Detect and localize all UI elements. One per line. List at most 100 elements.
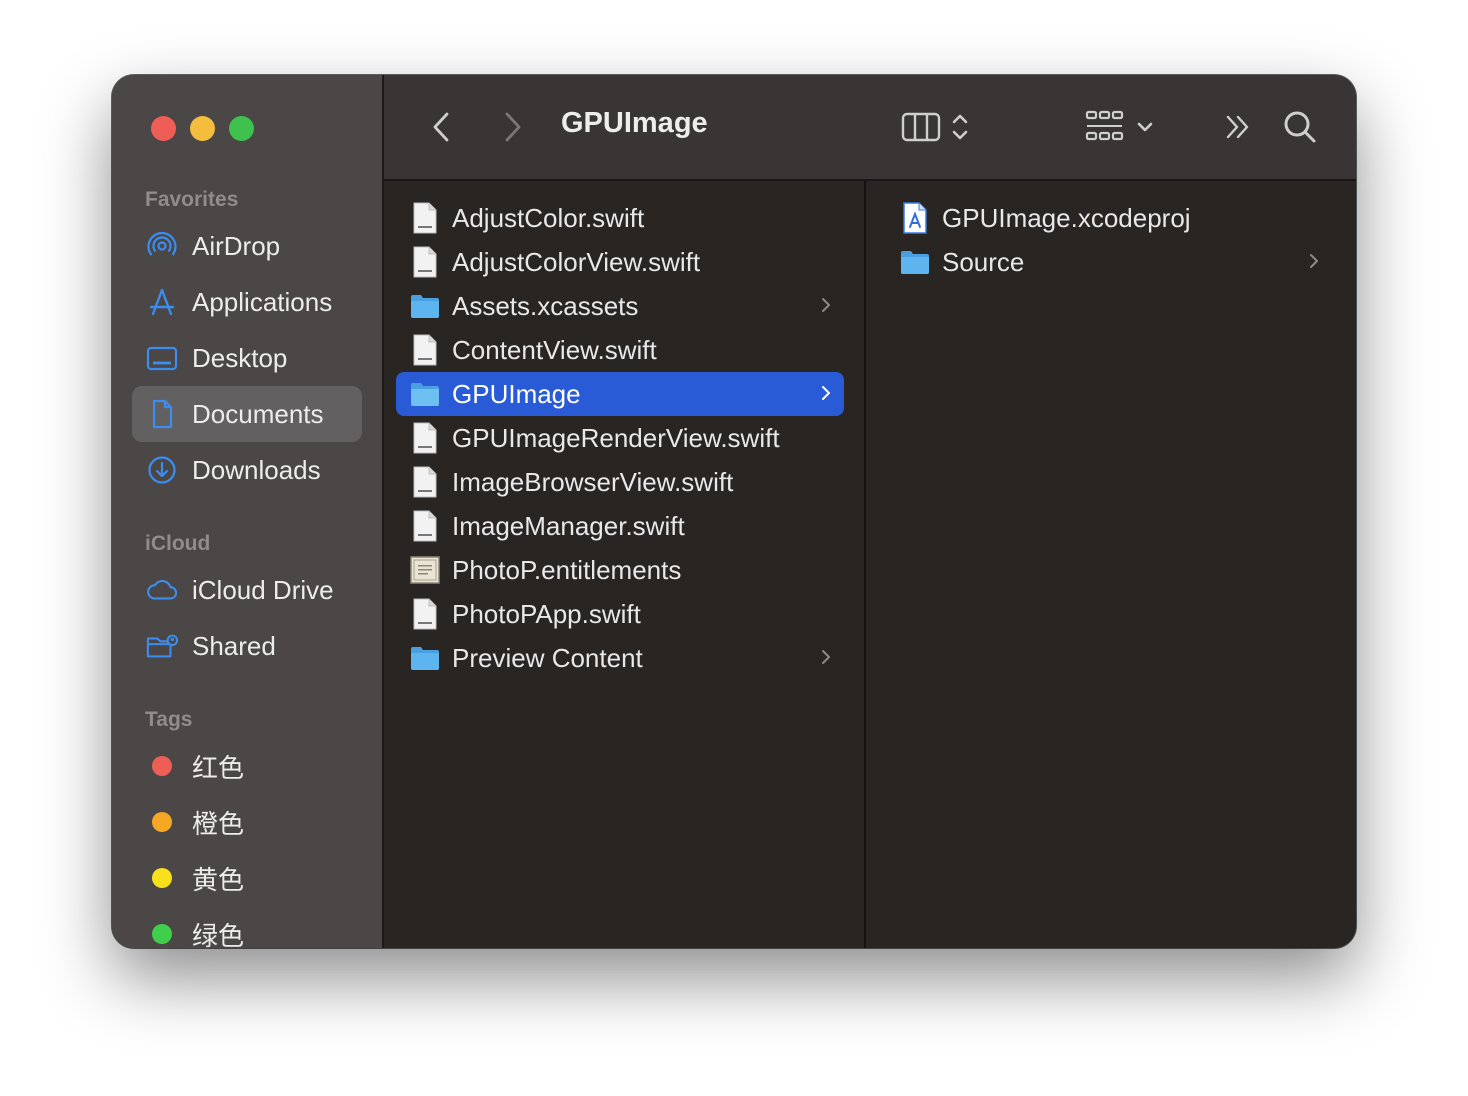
sidebar-item-documents[interactable]: Documents — [132, 386, 362, 442]
maximize-button[interactable] — [229, 116, 254, 141]
tags-section-title: Tags — [145, 708, 193, 731]
file-column-2: GPUImage.xcodeproj Source — [866, 181, 1356, 948]
chevron-right-icon — [1310, 254, 1318, 268]
file-row[interactable]: AdjustColorView.swift — [396, 240, 844, 284]
tag-color-dot — [152, 812, 172, 832]
swift-file-icon — [410, 201, 440, 235]
sidebar-item-downloads[interactable]: Downloads — [132, 442, 362, 498]
chevron-left-icon — [433, 112, 449, 142]
sidebar-item-label: 橙色 — [192, 809, 245, 840]
icloud-section-title: iCloud — [145, 532, 211, 555]
swift-file-icon — [410, 465, 440, 499]
airdrop-icon — [146, 230, 178, 262]
tag-color-dot — [152, 924, 172, 944]
file-name: GPUImage.xcodeproj — [942, 202, 1191, 233]
more-toolbar-button[interactable] — [1220, 109, 1256, 145]
swift-file-icon — [410, 597, 440, 631]
up-down-chevron-icon — [952, 114, 968, 140]
file-name: ContentView.swift — [452, 334, 657, 365]
document-icon — [146, 398, 178, 430]
search-icon — [1284, 111, 1316, 143]
sidebar-item-label: Documents — [192, 398, 324, 429]
sidebar-tag-yellow[interactable]: 黄色 — [132, 850, 362, 906]
sidebar-item-airdrop[interactable]: AirDrop — [132, 218, 362, 274]
folder-row[interactable]: Assets.xcassets — [396, 284, 844, 328]
view-mode-button[interactable] — [896, 107, 976, 147]
forward-button[interactable] — [498, 109, 528, 145]
close-button[interactable] — [151, 116, 176, 141]
chevron-right-icon — [822, 298, 830, 312]
file-name: GPUImageRenderView.swift — [452, 422, 780, 453]
entitlements-icon — [410, 553, 440, 587]
xcodeproj-icon — [900, 201, 930, 235]
folder-icon — [900, 245, 930, 279]
sidebar-item-shared[interactable]: Shared — [132, 618, 362, 674]
cloud-icon — [146, 574, 178, 606]
file-row[interactable]: ContentView.swift — [396, 328, 844, 372]
finder-window: Favorites AirDrop Applications Desktop D… — [112, 75, 1356, 948]
sidebar-item-label: Desktop — [192, 342, 288, 373]
sidebar-item-label: iCloud Drive — [192, 574, 334, 605]
folder-row[interactable]: Source — [886, 240, 1332, 284]
sidebar-item-label: 绿色 — [192, 921, 245, 949]
folder-icon — [410, 377, 440, 411]
file-name: AdjustColorView.swift — [452, 246, 701, 277]
file-row[interactable]: GPUImage.xcodeproj — [886, 196, 1334, 240]
file-row[interactable]: PhotoPApp.swift — [396, 592, 844, 636]
file-row[interactable]: ImageBrowserView.swift — [396, 460, 844, 504]
file-row[interactable]: ImageManager.swift — [396, 504, 844, 548]
sidebar-item-label: AirDrop — [192, 230, 281, 261]
chevron-right-icon — [822, 386, 830, 400]
file-name: ImageManager.swift — [452, 510, 685, 541]
swift-file-icon — [410, 333, 440, 367]
sidebar: Favorites AirDrop Applications Desktop D… — [112, 75, 384, 948]
swift-file-icon — [410, 509, 440, 543]
swift-file-icon — [410, 245, 440, 279]
file-column-1: AdjustColor.swift AdjustColorView.swift … — [384, 181, 866, 948]
sidebar-item-applications[interactable]: Applications — [132, 274, 362, 330]
file-row[interactable]: GPUImageRenderView.swift — [396, 416, 844, 460]
window-controls — [151, 116, 254, 141]
file-row[interactable]: AdjustColor.swift — [396, 196, 844, 240]
file-name: Preview Content — [452, 642, 643, 673]
toolbar: GPUImage — [384, 75, 1356, 181]
tag-color-dot — [152, 868, 172, 888]
file-name: GPUImage — [452, 378, 581, 409]
downloads-icon — [146, 454, 178, 486]
desktop-icon — [146, 342, 178, 374]
minimize-button[interactable] — [190, 116, 215, 141]
file-name: Assets.xcassets — [452, 290, 639, 321]
sidebar-item-label: 红色 — [192, 753, 245, 784]
favorites-section-title: Favorites — [145, 188, 239, 211]
file-name: PhotoPApp.swift — [452, 598, 641, 629]
folder-row-selected[interactable]: GPUImage — [396, 372, 844, 416]
file-name: AdjustColor.swift — [452, 202, 645, 233]
folder-row[interactable]: Preview Content — [396, 636, 844, 680]
chevron-down-icon — [1137, 122, 1153, 132]
columns-view-icon — [901, 112, 941, 142]
search-button[interactable] — [1280, 107, 1320, 147]
sidebar-tag-red[interactable]: 红色 — [132, 738, 362, 794]
sidebar-item-icloud-drive[interactable]: iCloud Drive — [132, 562, 362, 618]
sidebar-tag-orange[interactable]: 橙色 — [132, 794, 362, 850]
sidebar-item-label: Applications — [192, 286, 333, 317]
file-name: PhotoP.entitlements — [452, 554, 682, 585]
back-button[interactable] — [426, 109, 456, 145]
folder-icon — [410, 641, 440, 675]
swift-file-icon — [410, 421, 440, 455]
tag-color-dot — [152, 756, 172, 776]
sidebar-tag-green[interactable]: 绿色 — [132, 906, 362, 948]
group-by-button[interactable] — [1080, 105, 1160, 149]
applications-icon — [146, 286, 178, 318]
folder-icon — [410, 289, 440, 323]
file-name: Source — [942, 246, 1025, 277]
sidebar-item-label: Shared — [192, 630, 276, 661]
sidebar-item-label: 黄色 — [192, 865, 245, 896]
window-title: GPUImage — [561, 107, 708, 139]
sidebar-item-desktop[interactable]: Desktop — [132, 330, 362, 386]
file-row[interactable]: PhotoP.entitlements — [396, 548, 844, 592]
sidebar-item-label: Downloads — [192, 454, 321, 485]
double-chevron-right-icon — [1226, 115, 1249, 139]
chevron-right-icon — [822, 650, 830, 664]
file-name: ImageBrowserView.swift — [452, 466, 734, 497]
